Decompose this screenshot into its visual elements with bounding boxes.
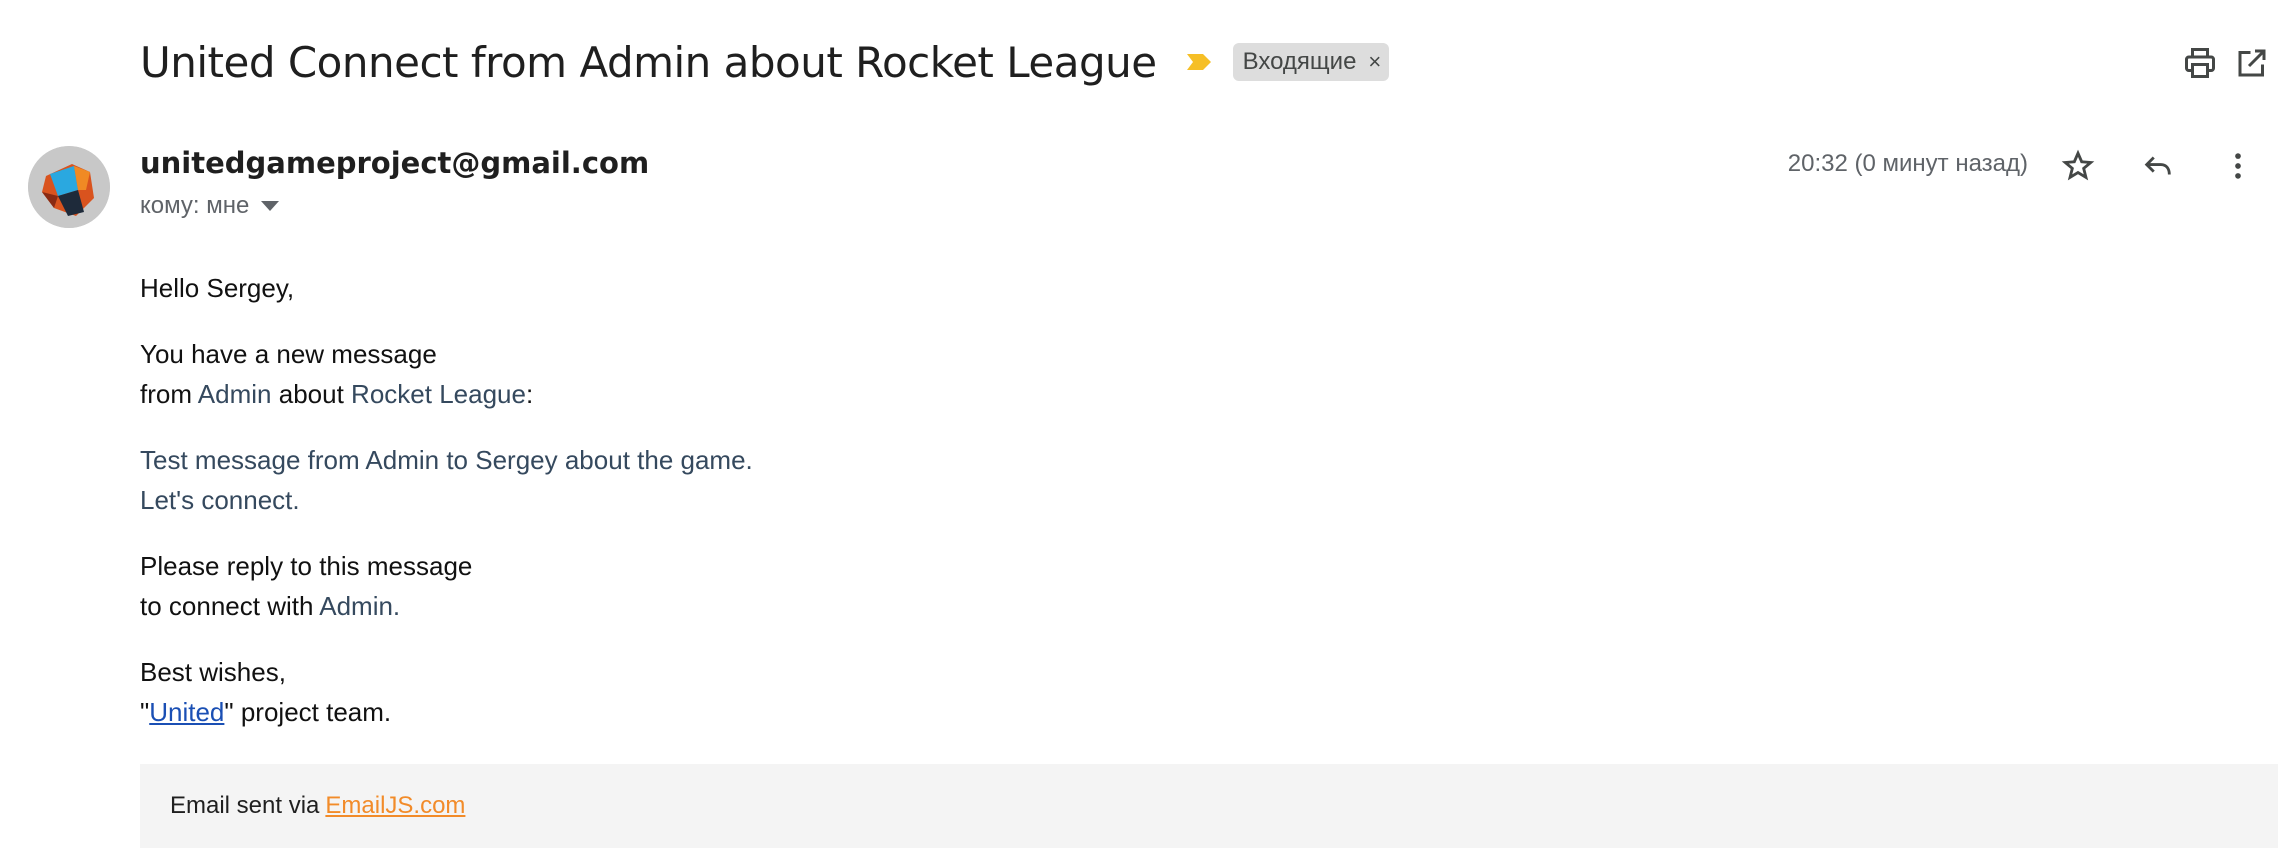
message-actions (2038, 140, 2278, 192)
star-button[interactable] (2038, 140, 2118, 192)
game-name: Rocket League (351, 379, 526, 409)
label-chip-text: Входящие (1242, 48, 1357, 75)
greeting: Hello Sergey, (140, 273, 295, 303)
reply-line-2-prefix: to connect with (140, 591, 314, 621)
star-icon (2061, 149, 2095, 181)
email-footer: Email sent via EmailJS.com (140, 764, 2278, 848)
message-body: Hello Sergey, You have a new message fro… (140, 268, 753, 758)
reply-name: Admin. (319, 591, 401, 621)
from-prefix: from (140, 379, 192, 409)
from-name: Admin (197, 379, 272, 409)
open-in-new-window-icon (2238, 49, 2266, 77)
recipient-label: кому: мне (140, 192, 250, 219)
colon: : (525, 379, 534, 409)
importance-marker-icon[interactable] (1185, 52, 1213, 72)
sender-email: unitedgameproject@gmail.com (140, 146, 650, 180)
quote-line-1: Test message from Admin to Sergey about … (140, 445, 753, 475)
chevron-down-icon (261, 201, 280, 211)
print-button[interactable] (2174, 38, 2226, 88)
print-icon (2185, 48, 2215, 78)
about-word: about (278, 379, 344, 409)
sign-line-1: Best wishes, (140, 657, 286, 687)
reply-paragraph: Please reply to this message to connect … (140, 546, 753, 626)
intro-paragraph: You have a new message from Admin about … (140, 334, 753, 414)
quote-line-2: Let's connect. (140, 485, 300, 515)
label-chip-inbox: Входящие × (1232, 43, 1390, 81)
signature: Best wishes, "United" project team. (140, 652, 753, 732)
recipient-details-toggle[interactable]: кому: мне (140, 192, 280, 220)
email-subject: United Connect from Admin about Rocket L… (140, 37, 1157, 87)
sign-quote-open: " (140, 697, 150, 727)
footer-text: Email sent via (170, 792, 320, 819)
reply-button[interactable] (2118, 140, 2198, 192)
open-in-new-window-button[interactable] (2226, 38, 2278, 88)
remove-label-button[interactable]: × (1368, 49, 1381, 75)
sign-suffix: " project team. (224, 697, 392, 727)
subject-row: United Connect from Admin about Rocket L… (140, 30, 1390, 94)
quoted-message: Test message from Admin to Sergey about … (140, 440, 753, 520)
emailjs-link[interactable]: EmailJS.com (325, 792, 465, 820)
sender-avatar[interactable] (28, 146, 110, 228)
intro-line: You have a new message (140, 339, 437, 369)
more-options-button[interactable] (2198, 140, 2278, 192)
reply-icon (2144, 156, 2171, 175)
reply-line-1: Please reply to this message (140, 551, 473, 581)
more-vert-icon (2235, 153, 2241, 179)
thread-actions (2174, 38, 2278, 88)
message-timestamp: 20:32 (0 минут назад) (1787, 150, 2028, 177)
project-link[interactable]: United (149, 697, 224, 727)
